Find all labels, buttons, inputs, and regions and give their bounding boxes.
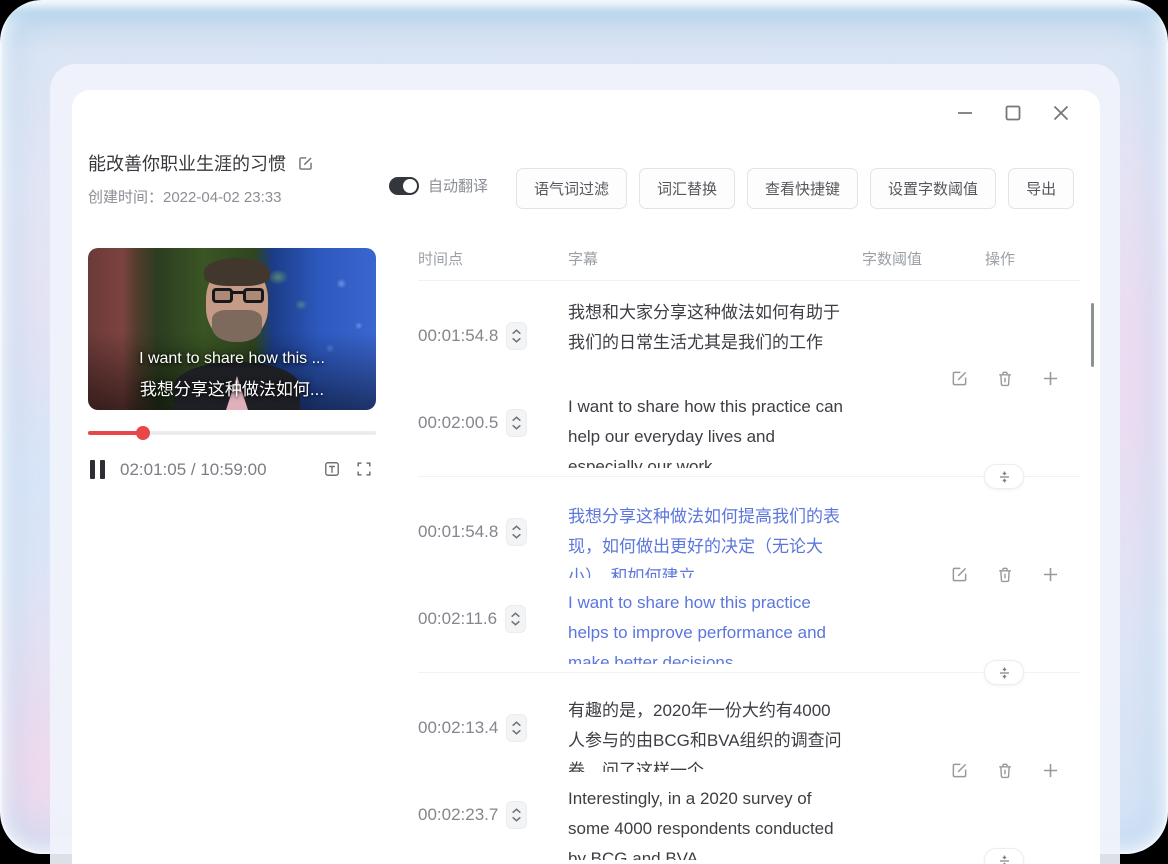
edit-title-icon[interactable] (296, 154, 315, 173)
timecode-cell: 00:01:54.8 (418, 322, 527, 350)
speaker-beard (212, 310, 262, 342)
delete-row-icon[interactable] (995, 760, 1016, 781)
subtitle-text[interactable]: Interestingly, in a 2020 survey of some … (568, 784, 844, 860)
seek-handle[interactable] (136, 426, 150, 440)
player-controls: 02:01:05 / 10:59:00 (88, 456, 376, 484)
column-header-time: 时间点 (418, 248, 463, 269)
timecode: 00:02:13.4 (418, 718, 498, 738)
maximize-button[interactable] (1002, 102, 1024, 124)
group-divider (418, 672, 1080, 673)
row-actions (949, 368, 1061, 389)
playback-time: 02:01:05 / 10:59:00 (120, 460, 267, 480)
toggle-knob (403, 179, 417, 193)
created-time: 创建时间：2022-04-02 23:33 (88, 186, 281, 207)
merge-rows-button[interactable] (984, 464, 1024, 489)
video-subtitle-zh: 我想分享这种做法如何... (88, 375, 376, 400)
row-actions (949, 564, 1061, 585)
auto-translate-toggle[interactable] (389, 177, 419, 195)
project-title: 能改善你职业生涯的习惯 (88, 150, 286, 176)
header-divider (418, 280, 1080, 281)
video-preview[interactable]: I want to share how this ... 我想分享这种做法如何.… (88, 248, 376, 410)
seek-fill (88, 431, 143, 435)
app-window: 能改善你职业生涯的习惯 创建时间：2022-04-02 23:33 自动翻译 语… (72, 90, 1100, 864)
video-subtitle-en: I want to share how this ... (88, 350, 376, 368)
minimize-button[interactable] (954, 102, 976, 124)
subtitle-text-translated[interactable]: 我想分享这种做法如何提高我们的表现，如何做出更好的决定（无论大小），和如何建立 (568, 502, 844, 578)
timecode-stepper[interactable] (505, 605, 526, 633)
seek-bar[interactable] (88, 426, 376, 440)
timecode-stepper[interactable] (506, 409, 527, 437)
project-title-row: 能改善你职业生涯的习惯 (88, 150, 315, 176)
timecode-stepper[interactable] (506, 801, 527, 829)
subtitle-text[interactable]: 有趣的是，2020年一份大约有4000人参与的由BCG和BVA组织的调查问卷，问… (568, 696, 844, 772)
shortcuts-button[interactable]: 查看快捷键 (747, 168, 858, 209)
timecode: 00:01:54.8 (418, 522, 498, 542)
timecode-cell: 00:02:23.7 (418, 801, 527, 829)
column-header-actions: 操作 (985, 248, 1015, 269)
subtitle-display-icon[interactable] (322, 459, 342, 479)
speaker-glasses (210, 288, 266, 306)
speaker-hair (204, 258, 270, 286)
toolbar: 语气词过滤 词汇替换 查看快捷键 设置字数阈值 导出 (516, 168, 1074, 209)
fullscreen-icon[interactable] (354, 459, 374, 479)
timecode: 00:02:00.5 (418, 413, 498, 433)
filler-words-filter-button[interactable]: 语气词过滤 (516, 168, 627, 209)
timecode: 00:02:11.6 (418, 609, 497, 629)
edit-row-icon[interactable] (949, 368, 970, 389)
group-divider (418, 476, 1080, 477)
char-threshold-button[interactable]: 设置字数阈值 (870, 168, 996, 209)
subtitle-text[interactable]: I want to share how this practice can he… (568, 392, 844, 468)
auto-translate-label: 自动翻译 (428, 175, 488, 196)
add-row-icon[interactable] (1040, 564, 1061, 585)
merge-rows-button[interactable] (984, 848, 1024, 864)
subtitle-text-translated[interactable]: I want to share how this practice helps … (568, 588, 844, 664)
window-controls (954, 102, 1072, 124)
timecode-stepper[interactable] (506, 322, 527, 350)
timecode: 00:01:54.8 (418, 326, 498, 346)
timecode-cell: 00:02:11.6 (418, 605, 526, 633)
timecode-stepper[interactable] (506, 714, 527, 742)
pause-icon[interactable] (90, 460, 105, 479)
vocab-replace-button[interactable]: 词汇替换 (639, 168, 735, 209)
table-scrollbar[interactable] (1091, 303, 1094, 367)
screen: 能改善你职业生涯的习惯 创建时间：2022-04-02 23:33 自动翻译 语… (0, 0, 1168, 854)
close-button[interactable] (1050, 102, 1072, 124)
column-header-threshold: 字数阈值 (862, 248, 922, 269)
timecode-cell: 00:01:54.8 (418, 518, 527, 546)
column-header-subtitle: 字幕 (568, 248, 598, 269)
delete-row-icon[interactable] (995, 368, 1016, 389)
timecode-stepper[interactable] (506, 518, 527, 546)
timecode-cell: 00:02:13.4 (418, 714, 527, 742)
timecode-cell: 00:02:00.5 (418, 409, 527, 437)
auto-translate-group: 自动翻译 (389, 175, 488, 196)
add-row-icon[interactable] (1040, 368, 1061, 389)
export-button[interactable]: 导出 (1008, 168, 1074, 209)
subtitle-text[interactable]: 我想和大家分享这种做法如何有助于我们的日常生活尤其是我们的工作 (568, 298, 844, 374)
edit-row-icon[interactable] (949, 564, 970, 585)
row-actions (949, 760, 1061, 781)
merge-rows-button[interactable] (984, 660, 1024, 685)
edit-row-icon[interactable] (949, 760, 970, 781)
add-row-icon[interactable] (1040, 760, 1061, 781)
delete-row-icon[interactable] (995, 564, 1016, 585)
timecode: 00:02:23.7 (418, 805, 498, 825)
